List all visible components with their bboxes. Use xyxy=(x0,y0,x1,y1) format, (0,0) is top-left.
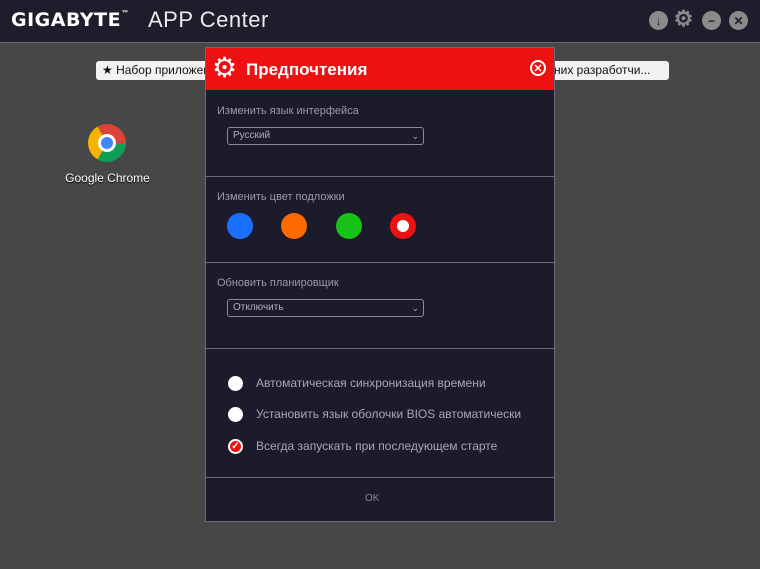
options-section: Автоматическая синхронизация времени Уст… xyxy=(206,349,554,478)
option-label: Автоматическая синхронизация времени xyxy=(256,376,486,390)
dialog-title: Предпочтения xyxy=(246,60,368,79)
minimize-icon[interactable]: − xyxy=(702,11,721,30)
third-party-tab[interactable]: них разработчи... xyxy=(548,61,669,80)
language-label: Изменить язык интерфейса xyxy=(217,105,359,117)
option-autostart[interactable]: ✓ Всегда запускать при последующем старт… xyxy=(228,436,497,456)
scheduler-label: Обновить планировщик xyxy=(217,277,339,289)
color-swatch-green[interactable] xyxy=(336,213,362,239)
option-time-sync[interactable]: Автоматическая синхронизация времени xyxy=(228,373,486,393)
checkmark-icon[interactable]: ✓ xyxy=(228,438,243,454)
language-value: Русский xyxy=(233,130,271,141)
chevron-down-icon: ⌄ xyxy=(411,303,419,313)
brand-logo: GIGABYTE™ xyxy=(11,9,130,31)
app-set-tab[interactable]: ★ Набор приложений xyxy=(96,61,222,80)
close-icon[interactable]: ✕ xyxy=(530,60,546,76)
color-label: Изменить цвет подложки xyxy=(217,191,345,203)
option-label: Установить язык оболочки BIOS автоматиче… xyxy=(256,407,522,421)
language-select[interactable]: Русский ⌄ xyxy=(227,127,424,145)
gear-icon: ⚙ xyxy=(212,52,238,83)
close-icon[interactable]: ✕ xyxy=(729,11,748,30)
download-icon[interactable]: ↓ xyxy=(649,11,668,30)
scheduler-section: Обновить планировщик Отключить ⌄ xyxy=(206,263,554,349)
option-bios-language[interactable]: Установить язык оболочки BIOS автоматиче… xyxy=(228,404,521,424)
scheduler-value: Отключить xyxy=(233,302,284,313)
color-swatch-blue[interactable] xyxy=(227,213,253,239)
chevron-down-icon: ⌄ xyxy=(411,131,419,141)
gear-icon[interactable]: ⚙ xyxy=(674,6,694,31)
chrome-icon[interactable] xyxy=(88,124,126,162)
radio-button[interactable] xyxy=(228,375,243,391)
color-section: Изменить цвет подложки xyxy=(206,177,554,263)
title-bar: GIGABYTE™ APP Center ↓ ⚙ − ✕ xyxy=(0,0,760,43)
color-swatch-orange[interactable] xyxy=(281,213,307,239)
scheduler-select[interactable]: Отключить ⌄ xyxy=(227,299,424,317)
preferences-dialog: ⚙ Предпочтения ✕ Изменить язык интерфейс… xyxy=(205,47,555,522)
dialog-header: ⚙ Предпочтения ✕ xyxy=(206,48,554,90)
radio-button[interactable] xyxy=(228,406,243,422)
option-label: Всегда запускать при последующем старте xyxy=(256,439,498,453)
language-section: Изменить язык интерфейса Русский ⌄ xyxy=(206,90,554,177)
app-title: APP Center xyxy=(148,7,269,32)
app-label-google-chrome[interactable]: Google Chrome xyxy=(60,171,155,185)
color-swatch-red[interactable] xyxy=(390,213,416,239)
ok-button[interactable]: OK xyxy=(365,493,379,504)
